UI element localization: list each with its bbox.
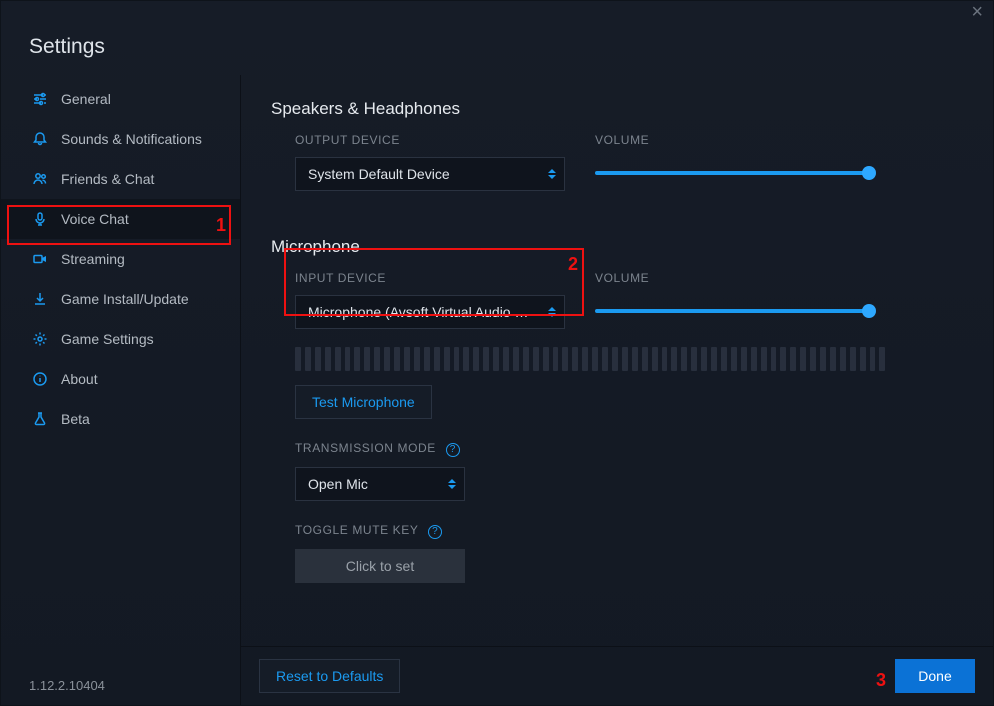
output-volume-slider[interactable]: [595, 163, 875, 183]
col-output-device: OUTPUT DEVICE System Default Device: [295, 133, 565, 191]
col-output-volume: VOLUME: [595, 133, 875, 183]
sidebar-item-label: Voice Chat: [61, 211, 129, 227]
gear-icon: [31, 330, 49, 348]
help-icon[interactable]: ?: [428, 525, 442, 539]
transmission-mode-select[interactable]: Open Mic: [295, 467, 465, 501]
output-volume-label: VOLUME: [595, 133, 875, 147]
test-mic-button[interactable]: Test Microphone: [295, 385, 432, 419]
sidebar-item-about[interactable]: About: [1, 359, 240, 399]
col-toggle-mute: TOGGLE MUTE KEY ? Click to set: [295, 523, 963, 583]
slider-thumb[interactable]: [862, 304, 876, 318]
sliders-icon: [31, 90, 49, 108]
transmission-value: Open Mic: [308, 476, 368, 492]
sidebar-item-label: Game Install/Update: [61, 291, 189, 307]
sidebar: General Sounds & Notifications Friends &…: [1, 75, 241, 705]
sidebar-item-sounds[interactable]: Sounds & Notifications: [1, 119, 240, 159]
mic-level-meter: [295, 347, 885, 371]
input-device-value: Microphone (Avsoft Virtual Audio Device): [308, 304, 534, 320]
section-speakers-title: Speakers & Headphones: [271, 99, 963, 119]
output-device-label: OUTPUT DEVICE: [295, 133, 565, 147]
sidebar-item-general[interactable]: General: [1, 79, 240, 119]
input-device-label: INPUT DEVICE: [295, 271, 565, 285]
nav: General Sounds & Notifications Friends &…: [1, 79, 240, 670]
sidebar-item-friends[interactable]: Friends & Chat: [1, 159, 240, 199]
sidebar-item-label: General: [61, 91, 111, 107]
page-title: Settings: [1, 21, 993, 75]
col-transmission: TRANSMISSION MODE ? Open Mic: [295, 441, 963, 501]
section-mic-title: Microphone: [271, 237, 963, 257]
sidebar-item-install[interactable]: Game Install/Update: [1, 279, 240, 319]
row-output: OUTPUT DEVICE System Default Device VOLU…: [295, 133, 963, 191]
row-input: INPUT DEVICE Microphone (Avsoft Virtual …: [295, 271, 963, 329]
select-caret-icon: [548, 307, 556, 317]
mic-icon: [31, 210, 49, 228]
sidebar-item-label: Sounds & Notifications: [61, 131, 202, 147]
select-caret-icon: [548, 169, 556, 179]
transmission-label: TRANSMISSION MODE ?: [295, 441, 963, 457]
sidebar-item-label: Streaming: [61, 251, 125, 267]
main: Speakers & Headphones OUTPUT DEVICE Syst…: [241, 75, 993, 705]
slider-thumb[interactable]: [862, 166, 876, 180]
slider-track: [595, 309, 875, 313]
toggle-mute-button[interactable]: Click to set: [295, 549, 465, 583]
select-caret-icon: [448, 479, 456, 489]
flask-icon: [31, 410, 49, 428]
settings-window: × Settings General Sounds & Notification…: [0, 0, 994, 706]
output-device-select[interactable]: System Default Device: [295, 157, 565, 191]
reset-defaults-button[interactable]: Reset to Defaults: [259, 659, 400, 693]
sidebar-item-streaming[interactable]: Streaming: [1, 239, 240, 279]
close-icon[interactable]: ×: [971, 5, 983, 19]
sidebar-item-beta[interactable]: Beta: [1, 399, 240, 439]
sidebar-item-label: Beta: [61, 411, 90, 427]
test-mic-wrap: Test Microphone: [295, 385, 963, 419]
version-text: 1.12.2.10404: [1, 670, 240, 705]
content: Speakers & Headphones OUTPUT DEVICE Syst…: [241, 75, 993, 646]
mic-meter-wrap: [295, 347, 963, 371]
body: General Sounds & Notifications Friends &…: [1, 75, 993, 705]
help-icon[interactable]: ?: [446, 443, 460, 457]
done-button[interactable]: Done: [895, 659, 975, 693]
sidebar-item-voice-chat[interactable]: Voice Chat: [1, 199, 240, 239]
download-icon: [31, 290, 49, 308]
titlebar: ×: [1, 1, 993, 21]
col-input-device: INPUT DEVICE Microphone (Avsoft Virtual …: [295, 271, 565, 329]
camera-icon: [31, 250, 49, 268]
toggle-mute-label: TOGGLE MUTE KEY ?: [295, 523, 963, 539]
input-device-select[interactable]: Microphone (Avsoft Virtual Audio Device): [295, 295, 565, 329]
input-volume-slider[interactable]: [595, 301, 875, 321]
footer: Reset to Defaults Done: [241, 646, 993, 705]
input-volume-label: VOLUME: [595, 271, 875, 285]
sidebar-item-label: Friends & Chat: [61, 171, 154, 187]
col-input-volume: VOLUME: [595, 271, 875, 321]
sidebar-item-label: Game Settings: [61, 331, 154, 347]
output-device-value: System Default Device: [308, 166, 450, 182]
info-icon: [31, 370, 49, 388]
slider-track: [595, 171, 875, 175]
users-icon: [31, 170, 49, 188]
sidebar-item-label: About: [61, 371, 98, 387]
sidebar-item-game-settings[interactable]: Game Settings: [1, 319, 240, 359]
bell-icon: [31, 130, 49, 148]
